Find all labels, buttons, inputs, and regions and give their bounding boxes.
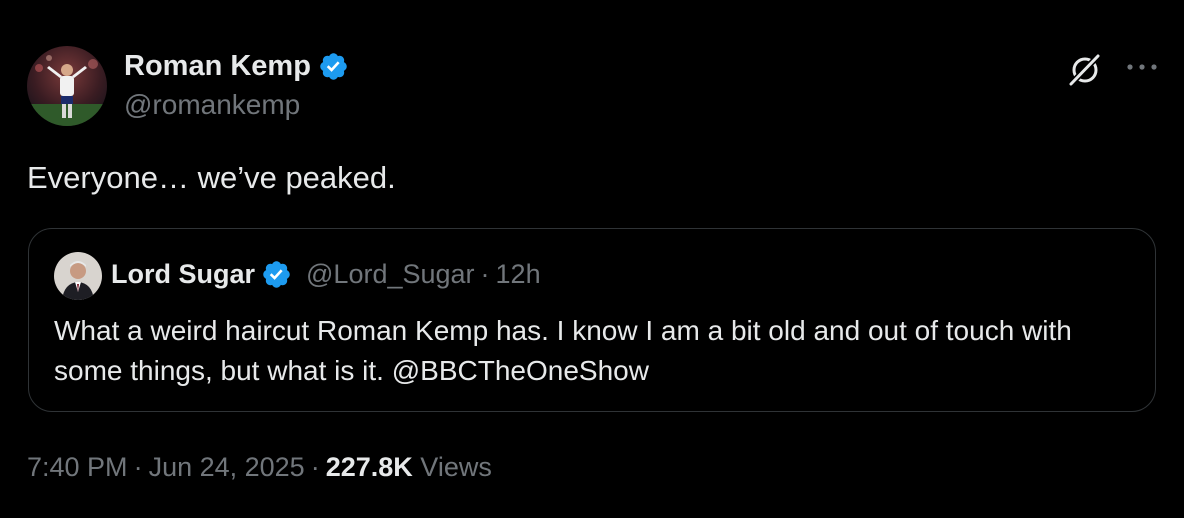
quoted-header: Lord Sugar @Lord_Sugar · 12h: [111, 259, 541, 290]
meta-separator: ·: [133, 452, 143, 482]
author-name-text: Roman Kemp: [124, 50, 311, 82]
grok-icon[interactable]: [1066, 50, 1104, 88]
verified-badge-icon: [318, 51, 349, 82]
author-avatar-image: [27, 46, 107, 126]
quoted-author-handle[interactable]: @Lord_Sugar: [306, 259, 475, 290]
verified-badge-icon: [261, 259, 292, 290]
author-avatar[interactable]: [27, 46, 107, 126]
tweet-card: Roman Kemp @romankemp Everyone… we’ve pe…: [0, 0, 1184, 518]
tweet-meta: 7:40 PM · Jun 24, 2025 · 227.8K Views: [27, 452, 492, 483]
quoted-mention-link[interactable]: @BBCTheOneShow: [392, 355, 649, 386]
author-name[interactable]: Roman Kemp: [124, 50, 349, 83]
meta-separator: ·: [310, 452, 320, 482]
views-count: 227.8K: [325, 452, 413, 482]
quoted-separator: ·: [480, 259, 490, 289]
views-label: Views: [420, 452, 492, 482]
quoted-tweet[interactable]: Lord Sugar @Lord_Sugar · 12h What a weir…: [28, 228, 1156, 412]
quoted-timestamp[interactable]: 12h: [496, 259, 541, 290]
author-handle[interactable]: @romankemp: [124, 89, 300, 121]
tweet-date[interactable]: Jun 24, 2025: [149, 452, 305, 482]
quoted-author-avatar-image: [54, 252, 102, 300]
quoted-author-name[interactable]: Lord Sugar: [111, 259, 255, 290]
more-horizontal-icon[interactable]: [1124, 58, 1160, 76]
quoted-text: What a weird haircut Roman Kemp has. I k…: [54, 311, 1134, 391]
tweet-time[interactable]: 7:40 PM: [27, 452, 128, 482]
tweet-text: Everyone… we’ve peaked.: [27, 160, 396, 195]
quoted-author-avatar[interactable]: [54, 252, 102, 300]
